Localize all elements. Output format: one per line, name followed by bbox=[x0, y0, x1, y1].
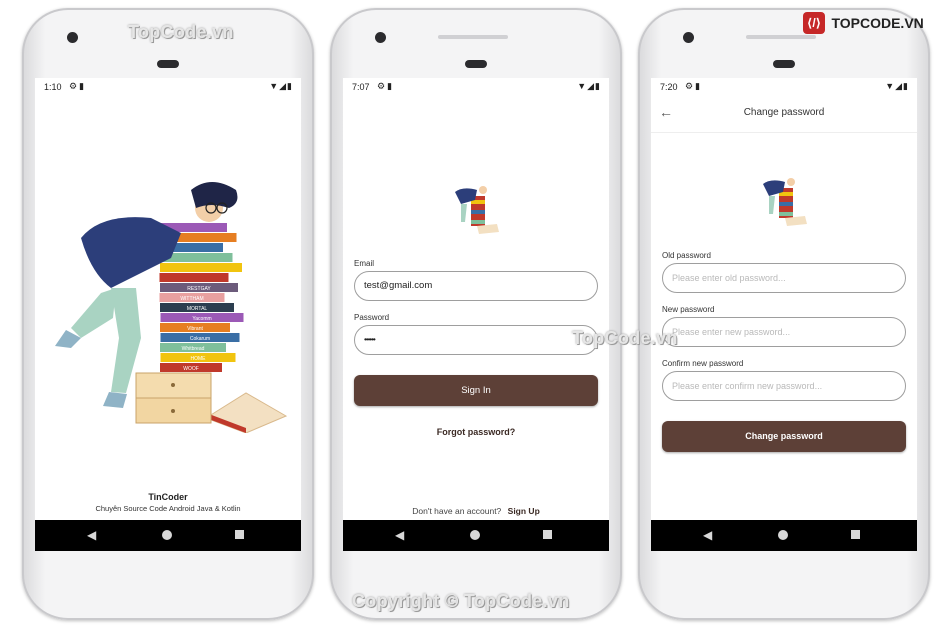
watermark-bottom: Copyright © TopCode.vn bbox=[352, 591, 570, 611]
app-tagline: Chuyên Source Code Android Java & Kotlin bbox=[95, 504, 241, 513]
earpiece bbox=[773, 60, 795, 68]
battery-icon: ▮ bbox=[903, 81, 909, 91]
status-time: 1:10 bbox=[44, 82, 62, 92]
signal-icon: ◢ bbox=[895, 81, 904, 91]
phone-splash: 1:10 ⚙▮ ▼◢▮ WOOF HOME Whitbread Cokarum Vibr… bbox=[22, 8, 314, 620]
front-camera bbox=[683, 32, 694, 43]
book-spine-label: Cokarum bbox=[190, 336, 210, 342]
sd-card-icon: ▮ bbox=[695, 81, 703, 91]
watermark-top: TopCode.vn bbox=[128, 22, 234, 42]
change-password-screen: 7:20 ⚙▮ ▼◢▮ ← Change password Old passwo… bbox=[651, 78, 917, 551]
book-spine-label: MORTAL bbox=[187, 306, 208, 312]
book-spine-label: Yacomm bbox=[192, 316, 211, 322]
phone-login: 7:07 ⚙▮ ▼◢▮ Email test@gmail.com Passwor… bbox=[330, 8, 622, 620]
logo-illustration bbox=[455, 186, 499, 234]
toolbar: ← Change password bbox=[651, 96, 917, 133]
book bbox=[159, 273, 229, 282]
change-password-button[interactable]: Change password bbox=[662, 421, 906, 452]
nav-back-icon[interactable]: ◀ bbox=[703, 528, 712, 542]
password-field[interactable]: •••••• bbox=[354, 325, 598, 355]
signal-icon: ◢ bbox=[587, 81, 596, 91]
battery-icon: ▮ bbox=[595, 81, 601, 91]
book-spine-label: Whitbread bbox=[182, 346, 205, 352]
book-spine-label: RESTGAY bbox=[187, 286, 211, 292]
confirm-password-field[interactable]: Please enter confirm new password... bbox=[662, 371, 906, 401]
confirm-password-label: Confirm new password bbox=[662, 359, 744, 368]
nav-recents-icon[interactable] bbox=[235, 528, 244, 539]
sd-card-icon: ▮ bbox=[79, 81, 87, 91]
book-spine-label: WOOF bbox=[183, 366, 199, 372]
splash-screen: 1:10 ⚙▮ ▼◢▮ WOOF HOME Whitbread Cokarum Vibr… bbox=[35, 78, 301, 551]
email-label: Email bbox=[354, 259, 375, 268]
book-spine-label: HOME bbox=[191, 356, 207, 362]
settings-icon: ⚙ bbox=[377, 81, 388, 91]
front-camera bbox=[67, 32, 78, 43]
front-camera bbox=[375, 32, 386, 43]
sign-up-row: Don't have an account? Sign Up bbox=[343, 506, 609, 516]
sd-card-icon: ▮ bbox=[387, 81, 395, 91]
settings-icon: ⚙ bbox=[685, 81, 696, 91]
brand-logo: ⟨/⟩ TOPCODE.VN bbox=[803, 12, 924, 36]
sign-up-link[interactable]: Sign Up bbox=[508, 506, 540, 516]
forgot-password-link[interactable]: Forgot password? bbox=[343, 427, 609, 437]
nav-back-icon[interactable]: ◀ bbox=[87, 528, 96, 542]
app-name: TinCoder bbox=[148, 492, 188, 502]
settings-icon: ⚙ bbox=[69, 81, 80, 91]
book-spine-label: Vibrant bbox=[187, 326, 203, 332]
nav-back-icon[interactable]: ◀ bbox=[395, 528, 404, 542]
watermark-middle: TopCode.vn bbox=[572, 328, 678, 348]
new-password-label: New password bbox=[662, 305, 715, 314]
navigation-bar: ◀ bbox=[651, 520, 917, 551]
status-time: 7:07 bbox=[352, 82, 370, 92]
status-bar: 1:10 ⚙▮ ▼◢▮ bbox=[35, 78, 301, 96]
status-time: 7:20 bbox=[660, 82, 678, 92]
login-screen: 7:07 ⚙▮ ▼◢▮ Email test@gmail.com Passwor… bbox=[343, 78, 609, 551]
page-title: Change password bbox=[743, 107, 825, 118]
logo-illustration bbox=[763, 178, 807, 226]
email-field[interactable]: test@gmail.com bbox=[354, 271, 598, 301]
no-account-text: Don't have an account? bbox=[412, 506, 502, 516]
nav-home-icon[interactable] bbox=[162, 528, 172, 540]
brand-logo-text: TOPCODE.VN bbox=[831, 15, 924, 31]
book bbox=[160, 263, 242, 272]
sign-in-button[interactable]: Sign In bbox=[354, 375, 598, 406]
battery-icon: ▮ bbox=[287, 81, 293, 91]
nav-recents-icon[interactable] bbox=[543, 528, 552, 539]
earpiece bbox=[157, 60, 179, 68]
wifi-icon: ▼ bbox=[885, 81, 896, 91]
old-password-label: Old password bbox=[662, 251, 711, 260]
old-password-field[interactable]: Please enter old password... bbox=[662, 263, 906, 293]
signal-icon: ◢ bbox=[279, 81, 288, 91]
book-spine-label: WITTHAM bbox=[180, 296, 203, 302]
nav-home-icon[interactable] bbox=[470, 528, 480, 540]
earpiece bbox=[465, 60, 487, 68]
status-bar: 7:20 ⚙▮ ▼◢▮ bbox=[651, 78, 917, 96]
navigation-bar: ◀ bbox=[35, 520, 301, 551]
speaker-grill bbox=[438, 35, 508, 39]
navigation-bar: ◀ bbox=[343, 520, 609, 551]
password-label: Password bbox=[354, 313, 390, 322]
nav-home-icon[interactable] bbox=[778, 528, 788, 540]
reading-illustration: WOOF HOME Whitbread Cokarum Vibrant Yacomm MOR… bbox=[55, 182, 288, 433]
status-bar: 7:07 ⚙▮ ▼◢▮ bbox=[343, 78, 609, 96]
wifi-icon: ▼ bbox=[577, 81, 588, 91]
phone-change-password: 7:20 ⚙▮ ▼◢▮ ← Change password Old passwo… bbox=[638, 8, 930, 620]
brand-logo-icon: ⟨/⟩ bbox=[803, 12, 825, 34]
wifi-icon: ▼ bbox=[269, 81, 280, 91]
new-password-field[interactable]: Please enter new password... bbox=[662, 317, 906, 347]
nav-recents-icon[interactable] bbox=[851, 528, 860, 539]
